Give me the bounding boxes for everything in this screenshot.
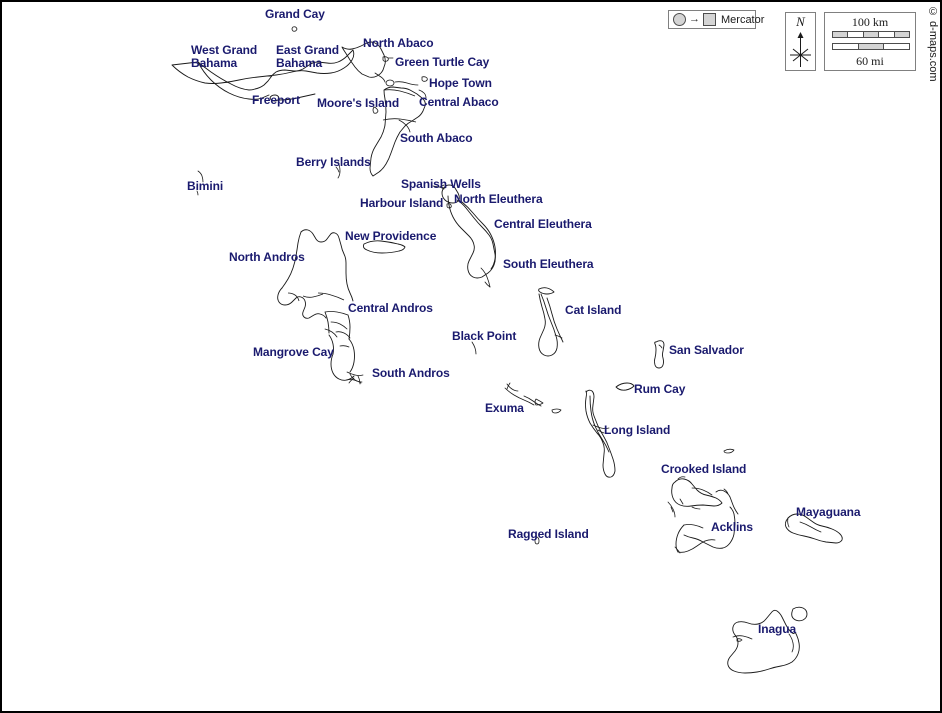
map-label-harbour-island: Harbour Island — [360, 196, 444, 210]
map-label-long-island: Long Island — [604, 423, 671, 437]
scale-bar-km — [832, 31, 910, 38]
globe-circle-icon — [673, 13, 686, 26]
map-label-north-eleuthera: North Eleuthera — [454, 192, 543, 206]
map-canvas: Grand Cay West Grand Bahama East Grand Bah… — [0, 0, 942, 713]
map-label-freeport: Freeport — [252, 93, 300, 107]
map-label-ragged-island: Ragged Island — [508, 527, 589, 541]
map-label-mayaguana: Mayaguana — [796, 505, 861, 519]
projection-indicator: → Mercator — [668, 10, 764, 29]
projection-label: Mercator — [721, 13, 765, 26]
map-label-central-eleuthera: Central Eleuthera — [494, 217, 592, 231]
island-grand-cay — [291, 26, 298, 32]
map-label-north-andros: North Andros — [229, 250, 305, 264]
map-label-new-providence: New Providence — [345, 229, 437, 243]
island-crooked-island — [667, 476, 739, 518]
map-label-central-abaco: Central Abaco — [419, 95, 499, 109]
map-label-hope-town: Hope Town — [429, 76, 492, 90]
arrow-right-icon: → — [689, 13, 700, 25]
map-label-green-turtle-cay: Green Turtle Cay — [395, 55, 490, 69]
scale-km-label: 100 km — [851, 15, 889, 29]
compass-rose-icon — [790, 32, 811, 67]
map-label-berry-islands: Berry Islands — [296, 155, 371, 169]
map-label-south-andros: South Andros — [372, 366, 450, 380]
map-label-exuma: Exuma — [485, 401, 524, 415]
map-label-mangrove-cay: Mangrove Cay — [253, 345, 334, 359]
map-label-cat-island: Cat Island — [565, 303, 622, 317]
map-label-acklins: Acklins — [711, 520, 753, 534]
map-label-central-andros: Central Andros — [348, 301, 433, 315]
island-inagua — [727, 606, 808, 674]
map-label-moores-island: Moore's Island — [317, 96, 400, 110]
map-label-north-abaco: North Abaco — [363, 36, 434, 50]
map-label-crooked-island: Crooked Island — [661, 462, 747, 476]
scale-indicator: 100 km 60 mi — [824, 12, 916, 71]
map-label-inagua: Inagua — [758, 622, 797, 636]
map-label-rum-cay: Rum Cay — [634, 382, 686, 396]
island-rum-cay — [615, 382, 635, 391]
copyright-notice: © d-maps.com — [927, 6, 939, 82]
scale-bar-mi — [832, 43, 910, 50]
north-letter: N — [796, 14, 805, 29]
map-label-bimini: Bimini — [187, 179, 224, 193]
scale-mi-label: 60 mi — [856, 54, 884, 68]
island-san-salvador — [654, 340, 665, 369]
island-small-cay-east — [723, 448, 735, 454]
map-label-san-salvador: San Salvador — [669, 343, 744, 357]
map-label-spanish-wells: Spanish Wells — [401, 177, 481, 191]
map-label-black-point: Black Point — [452, 329, 517, 343]
compass-indicator: N — [785, 12, 816, 71]
island-cat-island — [538, 287, 564, 357]
map-label-east-grand-bahama: East Grand Bahama — [276, 43, 340, 70]
map-label-west-grand-bahama: West Grand Bahama — [191, 43, 258, 70]
map-label-south-eleuthera: South Eleuthera — [503, 257, 594, 271]
map-label-south-abaco: South Abaco — [400, 131, 473, 145]
flat-square-icon — [703, 13, 716, 26]
map-label-grand-cay: Grand Cay — [265, 7, 325, 21]
